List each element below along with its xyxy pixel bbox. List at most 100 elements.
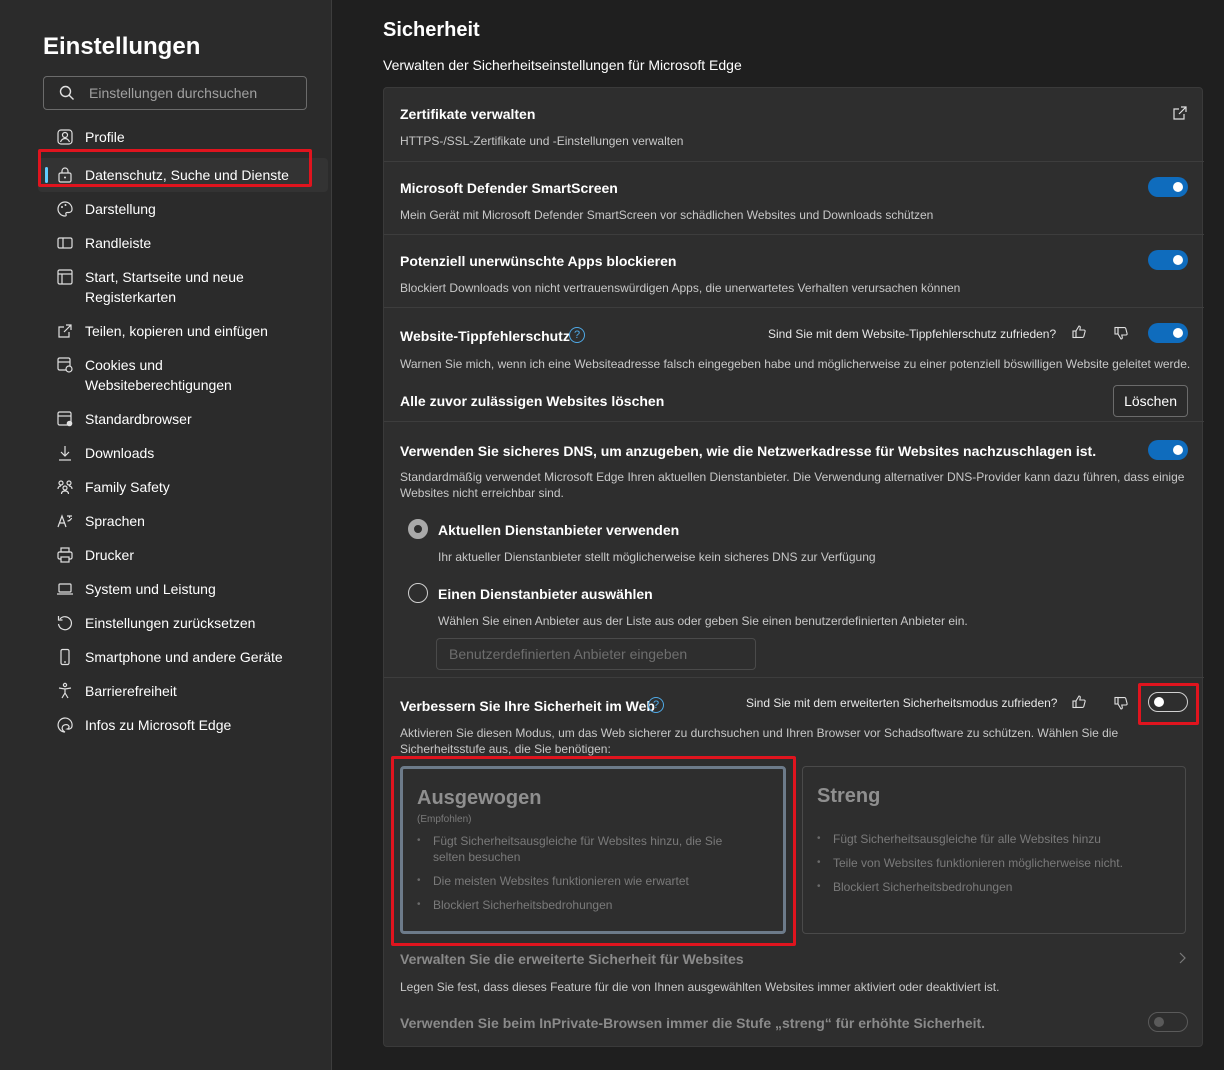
dns-provider-input[interactable]: Benutzerdefinierten Anbieter eingeben [436,638,756,670]
sidebar-item-appearance[interactable]: Darstellung [38,192,328,226]
security-card: Zertifikate verwalten HTTPS-/SSL-Zertifi… [383,87,1204,1048]
profile-icon [57,129,73,145]
sidebar-item-share[interactable]: Teilen, kopieren und einfügen [38,314,328,348]
manage-sites-desc: Legen Sie fest, dass dieses Feature für … [400,980,1000,994]
share-icon [58,324,72,338]
clear-sites-title: Alle zuvor zulässigen Websites löschen [400,393,665,409]
dns-toggle[interactable] [1148,440,1188,460]
download-icon [59,446,71,461]
sidebar-item-label: Teilen, kopieren und einfügen [85,323,268,339]
sidebar-item-reset[interactable]: Einstellungen zurücksetzen [38,606,328,640]
help-icon[interactable]: ? [569,327,585,343]
list-item: Teile von Websites funktionieren möglich… [817,855,1157,871]
level-balanced-list: Fügt Sicherheitsausgleiche für Websites … [417,833,757,921]
sidebar-item-downloads[interactable]: Downloads [38,436,328,470]
sidebar-item-sidebar[interactable]: Randleiste [38,226,328,260]
smartscreen-row: Microsoft Defender SmartScreen Mein Gerä… [384,162,1204,235]
list-item: Die meisten Websites funktionieren wie e… [417,873,757,889]
sidebar-item-system[interactable]: System und Leistung [38,572,328,606]
thumbs-down-icon[interactable] [1113,695,1129,711]
manage-sites-title[interactable]: Verwalten Sie die erweiterte Sicherheit … [400,951,744,967]
enhanced-security-toggle[interactable] [1148,692,1188,712]
list-item: Fügt Sicherheitsausgleiche für alle Webs… [817,831,1157,847]
chevron-right-icon[interactable] [1176,951,1188,965]
enhanced-title: Verbessern Sie Ihre Sicherheit im Web [400,698,655,714]
palette-icon [57,201,73,217]
printer-icon [57,547,73,563]
accessibility-icon [58,682,72,699]
inprivate-strict-title: Verwenden Sie beim InPrivate-Browsen imm… [400,1015,986,1031]
dns-option-custom-title: Einen Dienstanbieter auswählen [438,586,653,602]
certs-desc: HTTPS-/SSL-Zertifikate und -Einstellunge… [400,134,684,148]
dns-option-custom-radio[interactable] [408,583,428,603]
pua-title: Potenziell unerwünschte Apps blockieren [400,253,677,269]
sidebar-item-cookies[interactable]: Cookies und Websiteberechtigungen [38,348,328,402]
sidebar-item-family-safety[interactable]: Family Safety [38,470,328,504]
reset-icon [57,616,72,631]
pua-toggle[interactable] [1148,250,1188,270]
search-box[interactable] [43,76,307,110]
certs-row[interactable]: Zertifikate verwalten HTTPS-/SSL-Zertifi… [384,88,1204,162]
sidebar-item-label: Barrierefreiheit [85,683,177,699]
page-title: Sicherheit [383,19,480,41]
family-icon [57,480,73,495]
sidebar-item-label: Profile [85,129,125,145]
enhanced-section: Verbessern Sie Ihre Sicherheit im Web ? … [384,678,1204,1048]
sidebar-icon [57,237,73,249]
cookie-icon [57,357,73,373]
dns-option-current-radio[interactable] [408,519,428,539]
dns-option-current-title: Aktuellen Dienstanbieter verwenden [438,522,680,538]
enhanced-feedback-text: Sind Sie mit dem erweiterten Sicherheits… [746,696,1058,710]
sidebar-item-phone[interactable]: Smartphone und andere Geräte [38,640,328,674]
sidebar-item-start[interactable]: Start, Startseite und neue Registerkarte… [38,260,328,314]
clear-button[interactable]: Löschen [1113,385,1188,417]
sidebar-item-default-browser[interactable]: Standardbrowser [38,402,328,436]
list-item: Blockiert Sicherheitsbedrohungen [817,879,1157,895]
phone-icon [60,648,70,666]
sidebar-item-languages[interactable]: Sprachen [38,504,328,538]
pua-desc: Blockiert Downloads von nicht vertrauens… [400,281,961,295]
dns-row: Verwenden Sie sicheres DNS, um anzugeben… [384,422,1204,678]
smartscreen-title: Microsoft Defender SmartScreen [400,180,618,196]
list-item: Blockiert Sicherheitsbedrohungen [417,897,757,913]
smartscreen-desc: Mein Gerät mit Microsoft Defender SmartS… [400,208,934,222]
sidebar-item-profile[interactable]: Profile [38,120,328,154]
sidebar-item-label: Randleiste [85,235,152,251]
external-link-icon[interactable] [1172,105,1188,121]
level-balanced-card[interactable]: Ausgewogen (Empfohlen) Fügt Sicherheitsa… [400,766,786,934]
laptop-icon [57,583,73,595]
level-strict-card[interactable]: Streng Fügt Sicherheitsausgleiche für al… [802,766,1186,934]
sidebar-item-printer[interactable]: Drucker [38,538,328,572]
sidebar-item-label: Cookies und Websiteberechtigungen [85,357,232,393]
thumbs-up-icon[interactable] [1071,694,1087,710]
sidebar-item-label: Datenschutz, Suche und Dienste [85,167,289,183]
browser-icon [57,411,73,427]
search-icon [59,85,74,100]
edge-icon [57,717,73,733]
dns-option-current-desc: Ihr aktueller Dienstanbieter stellt mögl… [438,550,876,564]
sidebar-item-label: Einstellungen zurücksetzen [85,615,256,631]
inprivate-strict-toggle[interactable] [1148,1012,1188,1032]
pua-row: Potenziell unerwünschte Apps blockieren … [384,235,1204,308]
sidebar-nav: Profile Datenschutz, Suche und Dienste D… [38,120,328,742]
enhanced-desc: Aktivieren Sie diesen Modus, um das Web … [400,726,1119,756]
level-strict-list: Fügt Sicherheitsausgleiche für alle Webs… [817,831,1157,903]
certs-title: Zertifikate verwalten [400,106,536,122]
thumbs-down-icon[interactable] [1113,325,1129,341]
sidebar-item-accessibility[interactable]: Barrierefreiheit [38,674,328,708]
sidebar-item-privacy[interactable]: Datenschutz, Suche und Dienste [38,158,328,192]
typo-toggle[interactable] [1148,323,1188,343]
sidebar-item-about[interactable]: Infos zu Microsoft Edge [38,708,328,742]
sidebar-item-label: Darstellung [85,201,156,217]
search-input[interactable] [89,85,289,101]
sidebar-item-label: Family Safety [85,479,170,495]
sidebar-item-label: Drucker [85,547,135,563]
help-icon[interactable]: ? [648,697,664,713]
sidebar-item-label: System und Leistung [85,581,216,597]
thumbs-up-icon[interactable] [1071,324,1087,340]
sidebar-item-label: Smartphone und andere Geräte [85,649,283,665]
level-balanced-title: Ausgewogen [417,787,542,809]
dns-option-custom-desc: Wählen Sie einen Anbieter aus der Liste … [438,614,968,628]
smartscreen-toggle[interactable] [1148,177,1188,197]
sidebar-item-label: Sprachen [85,513,145,529]
